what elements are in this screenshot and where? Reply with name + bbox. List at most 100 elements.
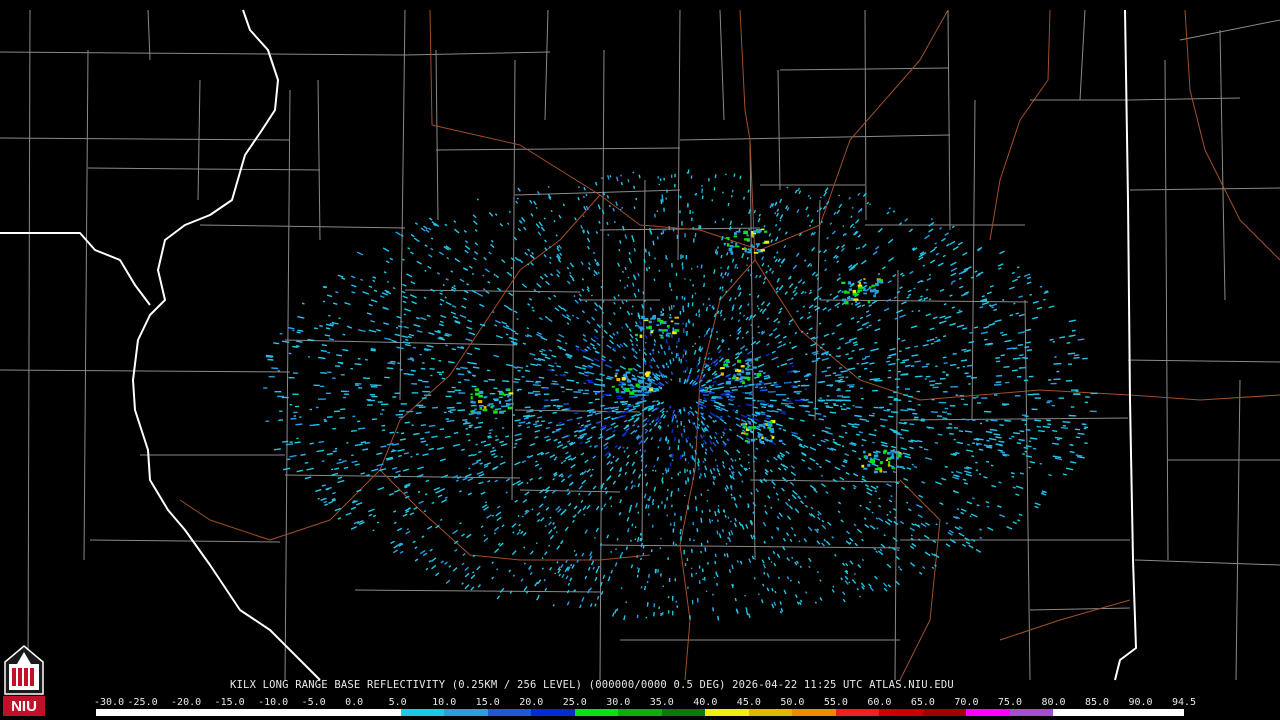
radar-echo [1038, 430, 1045, 433]
radar-echo [708, 297, 711, 301]
radar-echo [851, 578, 857, 584]
radar-echo [368, 285, 373, 289]
radar-echo [899, 314, 906, 318]
radar-echo [354, 463, 360, 466]
radar-echo-core [758, 433, 762, 437]
radar-echo [708, 415, 713, 419]
radar-echo [586, 468, 591, 473]
radar-echo [1019, 430, 1025, 433]
radar-echo [777, 576, 781, 579]
radar-echo [513, 310, 518, 314]
radar-echo-core [648, 376, 651, 378]
radar-echo [650, 359, 653, 362]
radar-echo [928, 228, 934, 233]
radar-echo [747, 417, 753, 421]
radar-echo [557, 304, 563, 310]
radar-echo [439, 428, 445, 431]
radar-echo [771, 587, 774, 592]
radar-echo [425, 229, 430, 233]
radar-echo [497, 542, 501, 546]
radar-echo-core [478, 400, 483, 403]
radar-echo [581, 367, 587, 370]
radar-echo [569, 577, 573, 582]
radar-echo [644, 334, 648, 339]
radar-echo [854, 414, 862, 418]
radar-echo [547, 421, 553, 424]
radar-echo [861, 475, 865, 479]
radar-echo-core [876, 280, 880, 283]
radar-echo [393, 489, 400, 493]
radar-echo [695, 364, 699, 368]
radar-echo [643, 351, 648, 356]
radar-echo [301, 453, 307, 456]
radar-echo [565, 575, 569, 580]
radar-echo [533, 200, 537, 206]
radar-echo [529, 442, 536, 447]
radar-echo [406, 528, 410, 531]
radar-echo [337, 517, 342, 520]
radar-echo [983, 338, 988, 341]
radar-echo [594, 603, 597, 607]
radar-echo [858, 431, 863, 434]
radar-echo [536, 518, 541, 523]
radar-echo [372, 279, 376, 283]
radar-echo [515, 433, 522, 436]
radar-echo [424, 269, 427, 272]
radar-echo [900, 428, 909, 432]
radar-echo [505, 435, 510, 438]
radar-echo [653, 486, 656, 492]
radar-echo-core [628, 368, 633, 371]
radar-echo [610, 505, 613, 508]
scale-label: -20.0 [171, 697, 202, 708]
radar-echo [954, 474, 960, 478]
radar-echo [944, 465, 948, 468]
scale-label: 50.0 [780, 697, 805, 708]
radar-echo [642, 422, 648, 428]
radar-echo [351, 460, 358, 464]
radar-echo [525, 365, 529, 368]
radar-echo [600, 590, 604, 595]
radar-echo [527, 248, 531, 252]
radar-echo [391, 360, 396, 363]
radar-echo [829, 222, 833, 225]
radar-echo [988, 444, 993, 447]
radar-echo [714, 419, 717, 423]
radar-echo [653, 422, 658, 427]
radar-echo [999, 250, 1005, 255]
radar-map [0, 9, 1280, 681]
radar-echo [697, 462, 700, 467]
radar-echo [866, 326, 869, 329]
radar-echo [763, 276, 767, 281]
radar-echo [716, 337, 719, 340]
radar-echo [1034, 502, 1041, 506]
radar-echo-core [867, 463, 871, 467]
radar-echo [779, 264, 782, 267]
radar-map-viewport: KILX LONG RANGE BASE REFLECTIVITY (0.25K… [0, 0, 1280, 720]
radar-echo [698, 313, 701, 318]
radar-echo-core [749, 426, 753, 429]
radar-echo [875, 485, 879, 489]
radar-echo-core [890, 449, 895, 453]
radar-echo [1071, 329, 1076, 332]
radar-echo [644, 464, 648, 468]
radar-echo [790, 431, 797, 435]
radar-echo-core [850, 297, 854, 301]
radar-echo [495, 511, 502, 517]
radar-echo [528, 414, 536, 418]
radar-echo [660, 413, 665, 419]
radar-echo [665, 438, 668, 442]
radar-echo [501, 259, 506, 264]
radar-echo [530, 262, 534, 266]
radar-echo [802, 305, 806, 308]
radar-echo [998, 267, 1002, 270]
radar-echo [803, 538, 808, 543]
radar-echo [495, 319, 502, 324]
county-line [147, 9, 151, 61]
radar-echo [668, 405, 672, 409]
radar-echo [728, 467, 732, 471]
radar-echo-core [771, 436, 775, 439]
radar-echo [774, 258, 778, 263]
radar-echo [295, 345, 300, 347]
radar-echo [354, 443, 363, 447]
radar-echo [833, 553, 837, 557]
